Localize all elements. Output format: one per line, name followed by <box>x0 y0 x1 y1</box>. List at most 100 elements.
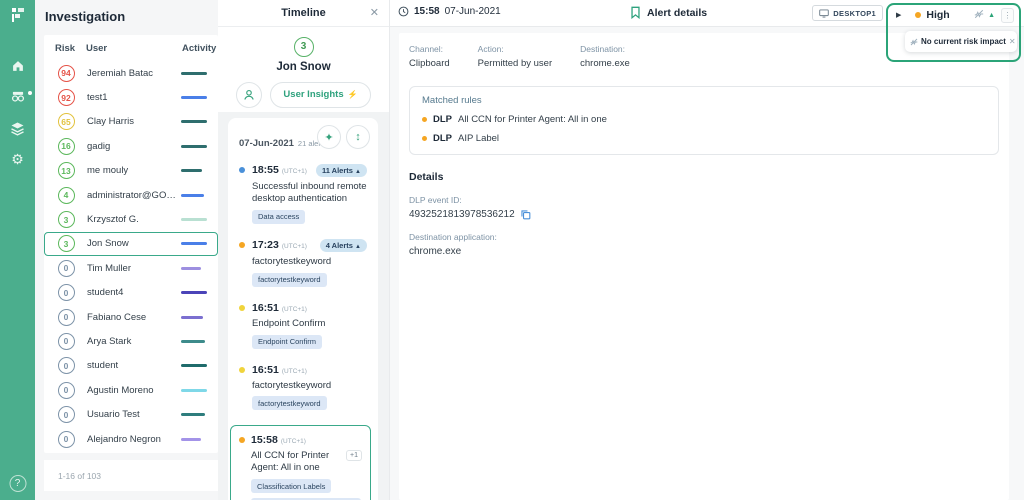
table-row[interactable]: 0 Arya Stark <box>44 329 218 353</box>
extra-count-badge[interactable]: +1 <box>346 450 362 462</box>
timeline-event[interactable]: 16:51 (UTC+1) ▲ factorytestkeyword <box>239 364 367 411</box>
risk-score-badge: 0 <box>57 381 75 399</box>
table-header: Risk User Activity <box>44 35 218 61</box>
field-value: Permitted by user <box>477 58 553 69</box>
event-tags: factorytestkeyword <box>252 396 367 411</box>
table-row[interactable]: 0 Agustin Moreno <box>44 378 218 402</box>
table-row[interactable]: 0 Tim Muller <box>44 256 218 280</box>
risk-muted-icon[interactable] <box>974 6 984 24</box>
table-row[interactable]: 65 Clay Harris <box>44 110 218 134</box>
event-tag: Classification Labels <box>251 479 332 494</box>
alert-content-card: Channel: Clipboard Action: Permitted by … <box>399 33 1009 500</box>
rule-type: DLP <box>433 133 452 144</box>
matched-rules-title: Matched rules <box>422 95 482 106</box>
event-tag: factorytestkeyword <box>252 272 327 287</box>
table-row[interactable]: 94 Jeremiah Batac <box>44 61 218 85</box>
rule-type: DLP <box>433 114 452 125</box>
user-name: Usuario Test <box>87 409 140 421</box>
timeline-event[interactable]: 17:23 (UTC+1) 4 Alerts ▲ factorytestkeyw… <box>239 238 367 287</box>
copy-icon[interactable] <box>520 209 531 220</box>
user-name: student4 <box>87 287 124 299</box>
event-tag: factorytestkeyword <box>252 396 327 411</box>
timeline-user-summary: 3 Jon Snow User Insights ⚡ <box>218 27 389 118</box>
event-severity-dot <box>239 167 245 173</box>
alert-field: Destination: chrome.exe <box>580 44 630 69</box>
table-row[interactable]: 3 Jon Snow <box>44 231 218 257</box>
field-label: Action: <box>477 44 504 54</box>
event-severity-dot <box>239 437 245 444</box>
user-name: Fabiano Cese <box>87 311 147 323</box>
timeline-event[interactable]: 16:51 (UTC+1) ▲ Endpoint Confirm <box>239 302 367 349</box>
event-tags: Endpoint Confirm <box>252 334 367 349</box>
table-row[interactable]: 0 Alejandro Negron <box>44 427 218 451</box>
event-timezone: (UTC+1) <box>281 168 307 175</box>
event-title: Endpoint Confirm <box>252 317 326 329</box>
rule-severity-dot <box>422 136 427 141</box>
severity-label: High <box>926 9 950 21</box>
user-name: Arya Stark <box>87 335 132 347</box>
expand-collapse-icon[interactable]: ↕ <box>346 125 370 149</box>
layers-icon[interactable] <box>8 118 28 138</box>
device-badge[interactable]: DESKTOP1 <box>812 5 883 21</box>
table-row[interactable]: 92 test1 <box>44 85 218 109</box>
timeline-user-name: Jon Snow <box>276 60 331 73</box>
home-icon[interactable] <box>8 56 28 76</box>
timeline-card: ✦ ↕ 07-Jun-2021 21 alerts ▶ 18:55 <box>228 118 378 500</box>
pagination[interactable]: 1-16 of 103 <box>44 460 218 491</box>
event-time: 18:55 <box>252 164 279 176</box>
table-row[interactable]: 0 student4 <box>44 281 218 305</box>
alerts-count-badge[interactable]: 4 Alerts ▲ <box>319 238 367 252</box>
activity-sparkline <box>181 193 204 197</box>
alert-details-title: Alert details <box>630 6 707 19</box>
table-row[interactable]: 16 gadig <box>44 134 218 158</box>
timeline-event[interactable]: 18:55 (UTC+1) 11 Alerts ▲ Successful inb… <box>239 164 367 224</box>
table-row[interactable]: 3 Krzysztof G. <box>44 207 218 231</box>
matched-rule: DLP AIP Label <box>422 133 986 144</box>
field-label: Channel: <box>409 44 444 54</box>
field-label: Destination: <box>580 44 626 54</box>
risk-score-badge: 4 <box>57 186 75 204</box>
table-row[interactable]: 0 student <box>44 354 218 378</box>
risk-score-badge: 3 <box>57 211 75 229</box>
user-insights-button[interactable]: User Insights ⚡ <box>270 81 371 108</box>
table-row[interactable]: 4 administrator@GO4LA... <box>44 183 218 207</box>
investigation-panel: Investigation Risk User Activity 94 Jere… <box>35 0 218 500</box>
timeline-event[interactable]: 15:58 (UTC+1) ▲ All CCN for Printer Agen… <box>230 425 371 500</box>
field-value: Clipboard <box>409 58 450 69</box>
event-timezone: (UTC+1) <box>280 438 306 446</box>
close-icon[interactable]: ✕ <box>370 6 379 19</box>
auto-focus-sparkle-icon[interactable]: ✦ <box>317 125 341 149</box>
activity-sparkline <box>181 71 207 75</box>
more-options-button[interactable]: ⋮ <box>1001 7 1014 23</box>
investigation-icon[interactable] <box>8 87 32 107</box>
settings-gear-icon[interactable]: ⚙ <box>8 149 28 169</box>
app-window: ⚙ ? Investigation Risk User Activity 94 <box>0 0 1024 500</box>
activity-sparkline <box>181 242 207 246</box>
activity-sparkline <box>181 364 207 368</box>
play-button[interactable]: ▶ <box>896 11 901 19</box>
destination-app-value: chrome.exe <box>409 246 462 257</box>
rule-text: All CCN for Printer Agent: All in one <box>458 114 607 125</box>
insights-pulse-icon: ⚡ <box>347 90 358 99</box>
user-name: Jeremiah Batac <box>87 67 154 79</box>
table-row[interactable]: 13 me mouly <box>44 159 218 183</box>
alerts-count-badge[interactable]: 11 Alerts ▲ <box>315 164 367 177</box>
risk-score-badge: 92 <box>57 89 75 107</box>
risk-score-badge: 94 <box>57 64 75 82</box>
activity-sparkline <box>181 413 205 417</box>
user-name: Agustin Moreno <box>87 384 154 396</box>
timeline-events: 18:55 (UTC+1) 11 Alerts ▲ Successful inb… <box>230 164 371 500</box>
table-row[interactable]: 0 Fabiano Cese <box>44 305 218 329</box>
alerts-up-icon: ▲ <box>355 169 361 175</box>
event-time: 16:51 <box>252 301 279 314</box>
event-tags: Classification LabelsCredit Cards for Pr… <box>251 479 362 500</box>
close-icon[interactable]: ✕ <box>1009 37 1016 46</box>
help-icon[interactable]: ? <box>9 475 26 492</box>
tooltip-text: No current risk impact <box>921 37 1006 46</box>
table-row[interactable]: 0 Usuario Test <box>44 402 218 426</box>
column-activity: Activity <box>182 42 217 54</box>
risk-score-badge: 0 <box>57 357 75 375</box>
risk-score-badge: 3 <box>57 235 75 253</box>
annotation-highlight-box: ▶ High ▲ ⋮ No current risk impact ✕ <box>886 3 1021 62</box>
user-profile-button[interactable] <box>236 81 263 108</box>
